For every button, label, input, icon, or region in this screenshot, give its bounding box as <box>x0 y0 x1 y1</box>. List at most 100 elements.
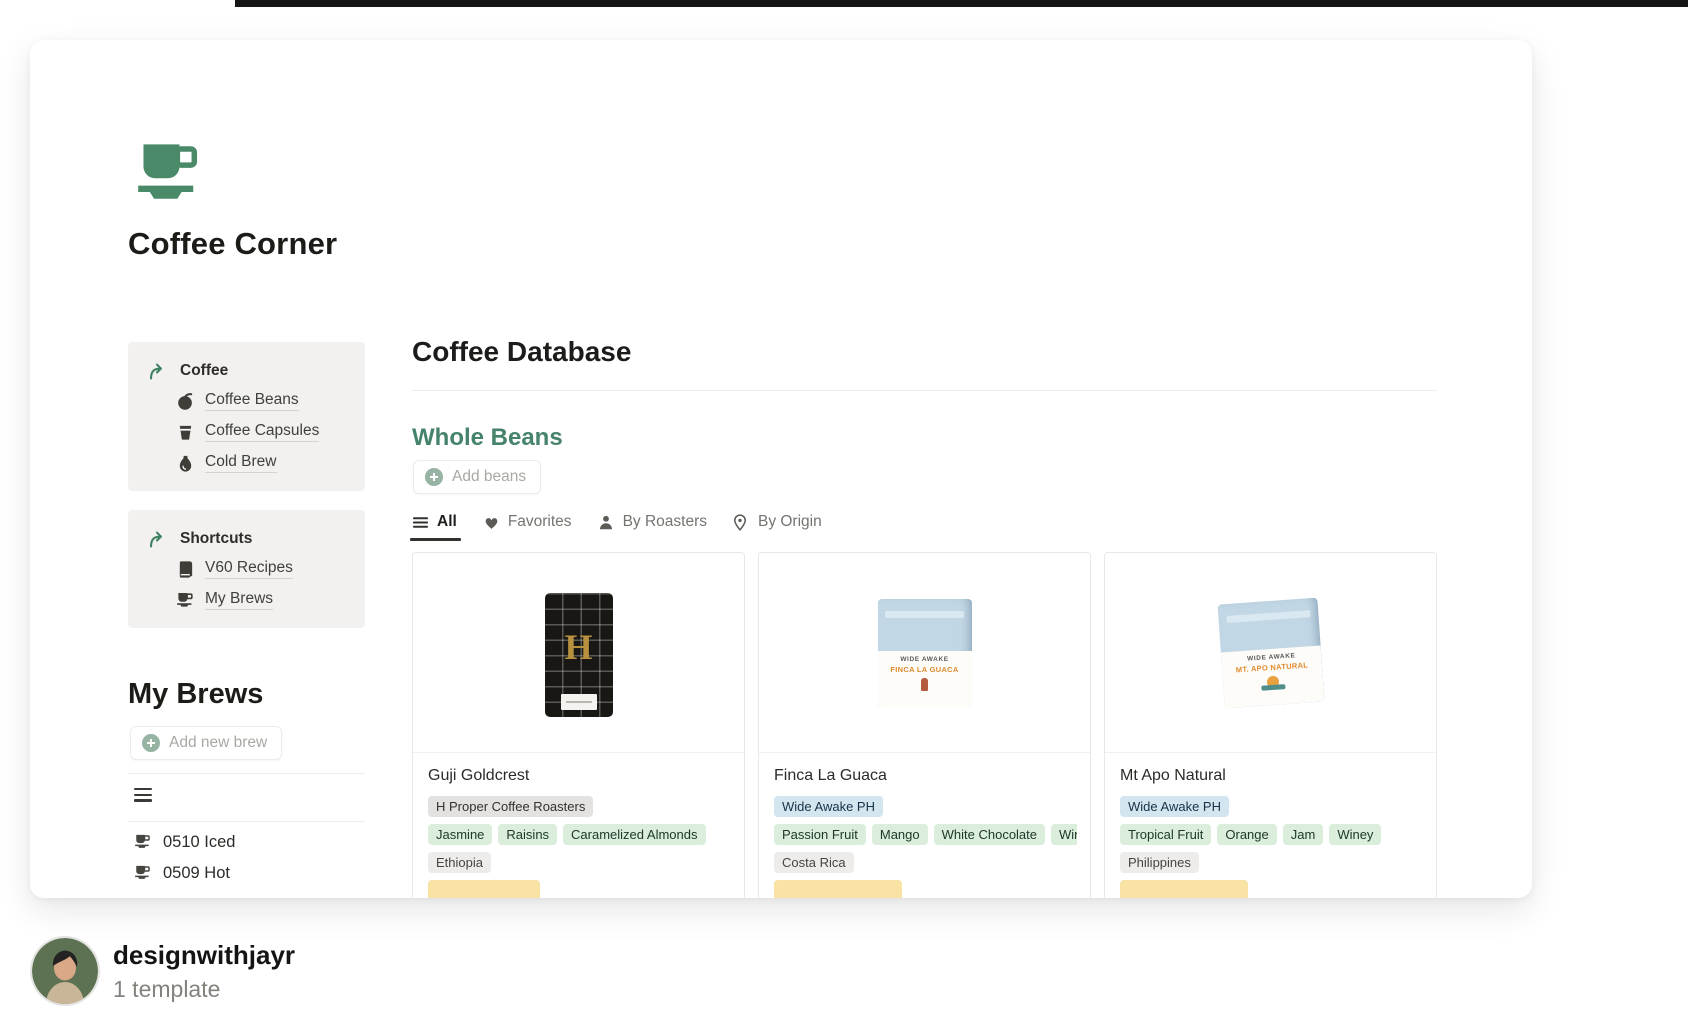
view-tabs: All Favorites By Roasters By Origin <box>412 513 822 541</box>
sidebar-item-coffee-capsules[interactable]: Coffee Capsules <box>176 422 353 442</box>
location-pin-icon <box>733 514 750 531</box>
plus-circle-icon <box>142 734 160 752</box>
bean-card-mt-apo-natural[interactable]: WIDE AWAKE MT. APO NATURAL Mt Apo Natura… <box>1104 552 1437 898</box>
sidebar-item-coffee-beans[interactable]: Coffee Beans <box>176 391 353 411</box>
bean-gallery: H Guji Goldcrest H Proper Coffee Roaster… <box>412 552 1437 898</box>
bean-card-image: WIDE AWAKE FINCA LA GUACA <box>759 553 1090 753</box>
section-title-whole-beans: Whole Beans <box>412 424 563 452</box>
coffee-cup-icon <box>134 864 153 883</box>
sidebar-item-my-brews[interactable]: My Brews <box>176 590 353 610</box>
sidebar-group-shortcuts: Shortcuts V60 Recipes My Brews <box>128 510 365 628</box>
coffee-cup-icon <box>176 591 195 610</box>
bean-card-image: H <box>413 553 744 753</box>
creator-name[interactable]: designwithjayr <box>113 940 295 971</box>
template-count: 1 template <box>113 976 220 1003</box>
bean-card-body: Guji Goldcrest H Proper Coffee Roasters … <box>413 753 744 898</box>
add-beans-label: Add beans <box>452 468 526 486</box>
roaster-tag: H Proper Coffee Roasters <box>428 796 593 817</box>
curved-arrow-icon <box>148 361 167 380</box>
add-beans-button[interactable]: Add beans <box>413 460 541 494</box>
sidebar-divider <box>128 773 365 774</box>
bag-brand-text: WIDE AWAKE <box>1246 652 1295 662</box>
group-title-shortcuts: Shortcuts <box>180 530 252 548</box>
tab-by-roasters[interactable]: By Roasters <box>598 513 707 541</box>
tab-label[interactable]: Favorites <box>508 513 572 531</box>
brew-entry-0509-hot[interactable]: 0509 Hot <box>134 864 230 883</box>
capsule-cup-icon <box>176 423 195 442</box>
clipped-yellow-tag <box>428 880 540 898</box>
sidebar-divider <box>128 821 365 822</box>
page-title: Coffee Corner <box>128 226 337 262</box>
brew-entry-0510-iced[interactable]: 0510 Iced <box>134 833 235 852</box>
sidebar-item-label[interactable]: My Brews <box>205 590 273 610</box>
sidebar-item-label[interactable]: Coffee Beans <box>205 391 299 411</box>
origin-tag: Ethiopia <box>428 852 491 873</box>
flavor-tag: Jasmine <box>428 824 492 845</box>
flavor-tag: Winey <box>1329 824 1381 845</box>
my-brews-heading: My Brews <box>128 678 263 711</box>
black-coffee-bag: H <box>545 593 613 717</box>
coffee-cherry-icon <box>176 392 195 411</box>
tab-label[interactable]: By Roasters <box>623 513 707 531</box>
clipped-yellow-tag <box>1120 880 1248 898</box>
add-new-brew-button[interactable]: Add new brew <box>130 726 282 760</box>
bean-card-finca-la-guaca[interactable]: WIDE AWAKE FINCA LA GUACA Finca La Guaca… <box>758 552 1091 898</box>
sidebar-item-label[interactable]: Cold Brew <box>205 453 277 473</box>
bag-label: WIDE AWAKE FINCA LA GUACA <box>878 651 972 707</box>
avatar <box>32 938 98 1004</box>
origin-tag: Costa Rica <box>774 852 854 873</box>
book-icon <box>176 560 195 579</box>
bag-zipper <box>885 611 964 618</box>
tab-favorites[interactable]: Favorites <box>483 513 572 541</box>
clipped-yellow-tag <box>774 880 902 898</box>
bag-label-sticker <box>561 694 597 710</box>
curved-arrow-icon <box>148 529 167 548</box>
flavor-tag: Tropical Fruit <box>1120 824 1211 845</box>
blue-coffee-bag: WIDE AWAKE FINCA LA GUACA <box>878 599 972 707</box>
bean-title: Mt Apo Natural <box>1120 767 1423 787</box>
bean-title: Finca La Guaca <box>774 767 1077 787</box>
sidebar-item-v60-recipes[interactable]: V60 Recipes <box>176 559 353 579</box>
template-page-card: Coffee Corner Coffee Coffee Beans Coffee… <box>30 40 1532 898</box>
bean-card-image: WIDE AWAKE MT. APO NATURAL <box>1105 553 1436 753</box>
list-icon <box>412 514 429 531</box>
sidebar-group-coffee: Coffee Coffee Beans Coffee Capsules Cold… <box>128 342 365 491</box>
flavor-tag: Orange <box>1217 824 1276 845</box>
sidebar-item-cold-brew[interactable]: Cold Brew <box>176 453 353 473</box>
tab-all[interactable]: All <box>412 513 457 541</box>
tab-label[interactable]: By Origin <box>758 513 822 531</box>
flavor-tag: Caramelized Almonds <box>563 824 705 845</box>
coffee-cup-icon <box>135 140 207 208</box>
tab-label[interactable]: All <box>437 513 457 531</box>
coffee-cup-icon <box>134 833 153 852</box>
add-new-brew-label: Add new brew <box>169 734 267 752</box>
bean-title: Guji Goldcrest <box>428 767 731 787</box>
bag-label: WIDE AWAKE MT. APO NATURAL <box>1220 645 1324 708</box>
sidebar-item-label[interactable]: V60 Recipes <box>205 559 293 579</box>
plus-circle-icon <box>425 468 443 486</box>
cold-brew-drop-icon <box>176 454 195 473</box>
title-divider <box>412 390 1437 391</box>
group-title-coffee: Coffee <box>180 362 228 380</box>
bag-name-text: FINCA LA GUACA <box>890 665 958 674</box>
sidebar-item-label[interactable]: Coffee Capsules <box>205 422 319 442</box>
flavor-tag: Raisins <box>498 824 557 845</box>
heart-icon <box>483 514 500 531</box>
bean-card-body: Mt Apo Natural Wide Awake PH Tropical Fr… <box>1105 753 1436 898</box>
flavor-tag: Passion Fruit <box>774 824 866 845</box>
flavor-tag: Winey <box>1051 824 1077 845</box>
bean-card-body: Finca La Guaca Wide Awake PH Passion Fru… <box>759 753 1090 898</box>
flavor-tag: Mango <box>872 824 928 845</box>
brew-entry-label[interactable]: 0509 Hot <box>163 864 230 883</box>
bag-name-text: MT. APO NATURAL <box>1235 660 1308 674</box>
brew-entry-label[interactable]: 0510 Iced <box>163 833 235 852</box>
top-dark-strip <box>235 0 1688 7</box>
tab-by-origin[interactable]: By Origin <box>733 513 822 541</box>
database-title: Coffee Database <box>412 336 631 368</box>
bag-illustration <box>921 678 928 691</box>
bag-letter: H <box>564 626 592 668</box>
bean-card-guji-goldcrest[interactable]: H Guji Goldcrest H Proper Coffee Roaster… <box>412 552 745 898</box>
roaster-tag: Wide Awake PH <box>1120 796 1229 817</box>
drag-handle-icon[interactable] <box>134 788 154 801</box>
origin-tag: Philippines <box>1120 852 1199 873</box>
